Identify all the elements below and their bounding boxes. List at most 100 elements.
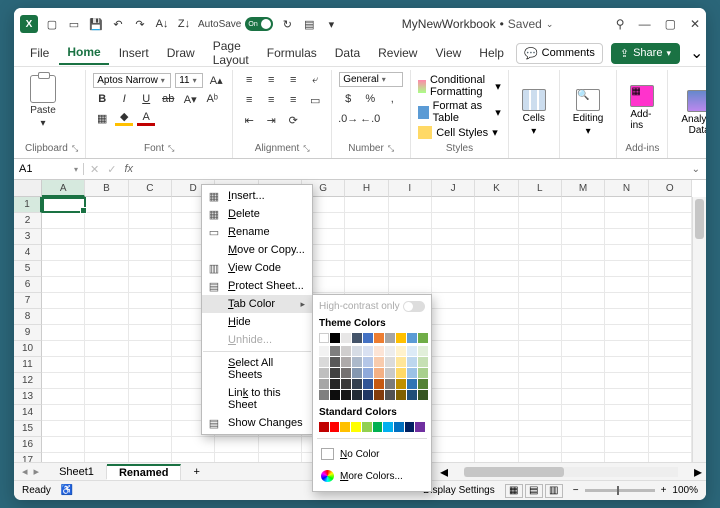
color-swatch[interactable] — [340, 422, 350, 432]
align-middle-icon[interactable]: ≡ — [262, 72, 280, 88]
undo-icon[interactable]: ↶ — [110, 16, 126, 32]
ribbon-options-icon[interactable]: ⌄ — [690, 43, 703, 63]
history-icon[interactable]: ▤ — [301, 16, 317, 32]
color-swatch[interactable] — [385, 379, 395, 389]
minimize-button[interactable]: — — [639, 17, 651, 31]
color-swatch[interactable] — [319, 422, 329, 432]
zoom-control[interactable]: − + 100% — [573, 485, 698, 496]
horizontal-scrollbar[interactable]: ◂▸ — [436, 462, 706, 480]
color-swatch[interactable] — [396, 333, 406, 343]
percent-icon[interactable]: % — [361, 91, 379, 107]
color-swatch[interactable] — [363, 357, 373, 367]
color-swatch[interactable] — [407, 390, 417, 400]
align-right-icon[interactable]: ≡ — [284, 92, 302, 108]
color-swatch[interactable] — [385, 357, 395, 367]
color-swatch[interactable] — [418, 357, 428, 367]
bold-button[interactable]: B — [93, 91, 111, 107]
analyze-data-button[interactable]: Analyze Data — [675, 72, 706, 154]
color-swatch[interactable] — [374, 368, 384, 378]
fx-icon[interactable]: fx — [124, 163, 133, 175]
italic-button[interactable]: I — [115, 91, 133, 107]
color-swatch[interactable] — [363, 346, 373, 356]
zoom-level[interactable]: 100% — [672, 485, 698, 496]
color-swatch[interactable] — [385, 333, 395, 343]
color-swatch[interactable] — [373, 422, 383, 432]
color-swatch[interactable] — [319, 333, 329, 343]
color-swatch[interactable] — [396, 368, 406, 378]
open-icon[interactable]: ▭ — [66, 16, 82, 32]
strike-button[interactable]: ab — [159, 91, 177, 107]
color-swatch[interactable] — [341, 357, 351, 367]
new-file-icon[interactable]: ▢ — [44, 16, 60, 32]
color-swatch[interactable] — [374, 379, 384, 389]
color-swatch[interactable] — [385, 346, 395, 356]
page-layout-view-icon[interactable]: ▤ — [525, 484, 543, 498]
color-swatch[interactable] — [319, 390, 329, 400]
color-swatch[interactable] — [405, 422, 415, 432]
color-swatch[interactable] — [330, 357, 340, 367]
more-colors-button[interactable]: More Colors... — [319, 467, 425, 485]
tab-draw[interactable]: Draw — [159, 42, 203, 64]
enter-formula-icon[interactable]: ✓ — [107, 163, 116, 176]
increase-indent-icon[interactable]: ⇥ — [262, 112, 280, 128]
underline-button[interactable]: U — [137, 91, 155, 107]
comma-icon[interactable]: , — [383, 91, 401, 107]
theme-colors-grid[interactable] — [319, 333, 425, 343]
sheet-tab-renamed[interactable]: Renamed — [107, 464, 182, 480]
superscript-button[interactable]: Aᵇ — [203, 91, 221, 107]
decrease-indent-icon[interactable]: ⇤ — [240, 112, 258, 128]
page-break-view-icon[interactable]: ▥ — [545, 484, 563, 498]
zoom-slider[interactable] — [585, 489, 655, 492]
color-swatch[interactable] — [330, 346, 340, 356]
color-swatch[interactable] — [396, 390, 406, 400]
sheet-nav-prev-icon[interactable]: ◂ — [22, 465, 28, 478]
display-settings-button[interactable]: Display Settings — [423, 485, 495, 496]
color-swatch[interactable] — [352, 346, 362, 356]
color-swatch[interactable] — [418, 346, 428, 356]
ctx-insert[interactable]: ▦Insert... — [202, 187, 312, 205]
maximize-button[interactable]: ▢ — [665, 17, 676, 31]
cells-button[interactable]: Cells▾ — [516, 72, 552, 154]
color-swatch[interactable] — [352, 368, 362, 378]
color-swatch[interactable] — [385, 390, 395, 400]
align-left-icon[interactable]: ≡ — [240, 92, 258, 108]
save-icon[interactable]: 💾 — [88, 16, 104, 32]
color-swatch[interactable] — [352, 390, 362, 400]
color-swatch[interactable] — [374, 346, 384, 356]
format-as-table-button[interactable]: Format as Table▾ — [418, 100, 501, 124]
ctx-move-copy[interactable]: Move or Copy... — [202, 241, 312, 259]
color-swatch[interactable] — [341, 390, 351, 400]
color-swatch[interactable] — [330, 333, 340, 343]
sheet-tab-sheet1[interactable]: Sheet1 — [47, 465, 107, 479]
vertical-scrollbar[interactable] — [692, 197, 706, 462]
cell-styles-button[interactable]: Cell Styles▾ — [418, 126, 501, 139]
color-swatch[interactable] — [394, 422, 404, 432]
color-swatch[interactable] — [418, 368, 428, 378]
increase-font-icon[interactable]: A▴ — [207, 72, 225, 88]
color-swatch[interactable] — [352, 357, 362, 367]
color-swatch[interactable] — [396, 346, 406, 356]
color-swatch[interactable] — [407, 346, 417, 356]
tab-help[interactable]: Help — [471, 42, 512, 64]
decrease-font-icon[interactable]: A▾ — [181, 91, 199, 107]
tab-file[interactable]: File — [22, 42, 57, 64]
color-swatch[interactable] — [363, 368, 373, 378]
select-all-corner[interactable] — [14, 180, 42, 197]
normal-view-icon[interactable]: ▦ — [505, 484, 523, 498]
addins-button[interactable]: ▦ Add-ins — [624, 72, 660, 143]
color-swatch[interactable] — [363, 379, 373, 389]
font-color-button[interactable]: A — [137, 110, 155, 126]
ctx-view-code[interactable]: ▥View Code — [202, 259, 312, 277]
wrap-text-icon[interactable]: ⤶ — [306, 72, 324, 88]
color-swatch[interactable] — [362, 422, 372, 432]
comments-button[interactable]: 💬 Comments — [516, 43, 603, 64]
tab-home[interactable]: Home — [59, 41, 108, 65]
color-swatch[interactable] — [407, 333, 417, 343]
decrease-decimal-icon[interactable]: ←.0 — [361, 111, 379, 127]
color-swatch[interactable] — [415, 422, 425, 432]
no-color-button[interactable]: No Color — [319, 445, 425, 463]
color-swatch[interactable] — [363, 333, 373, 343]
color-swatch[interactable] — [319, 368, 329, 378]
color-swatch[interactable] — [330, 422, 340, 432]
fill-color-button[interactable]: ◆ — [115, 110, 133, 126]
